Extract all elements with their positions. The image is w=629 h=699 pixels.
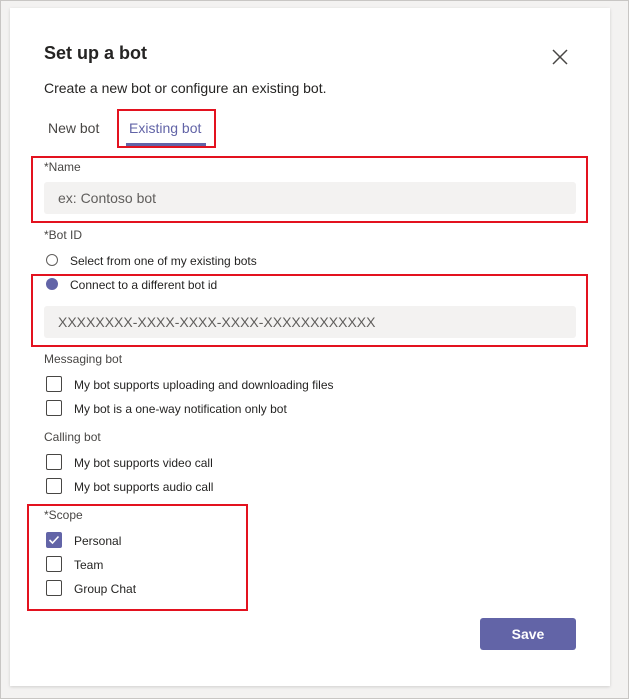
bot-id-label: *Bot ID bbox=[44, 228, 83, 242]
checkmark-icon bbox=[48, 535, 60, 545]
checkbox-group-chat-label: Group Chat bbox=[74, 582, 137, 596]
checkbox-team[interactable] bbox=[46, 556, 62, 572]
name-input[interactable] bbox=[44, 182, 576, 214]
checkbox-personal[interactable] bbox=[46, 532, 62, 548]
bot-id-input[interactable] bbox=[44, 306, 576, 338]
checkbox-audio-call[interactable] bbox=[46, 478, 62, 494]
checkbox-video-call[interactable] bbox=[46, 454, 62, 470]
checkbox-video-call-label: My bot supports video call bbox=[74, 456, 213, 470]
close-icon[interactable] bbox=[551, 48, 569, 66]
checkbox-one-way-notification-label: My bot is a one-way notification only bo… bbox=[74, 402, 287, 416]
setup-bot-dialog: Set up a bot Create a new bot or configu… bbox=[10, 8, 610, 686]
dialog-subtitle: Create a new bot or configure an existin… bbox=[44, 80, 327, 96]
save-button[interactable]: Save bbox=[480, 618, 576, 650]
radio-select-existing[interactable] bbox=[46, 254, 58, 266]
checkbox-upload-download[interactable] bbox=[46, 376, 62, 392]
radio-select-existing-label: Select from one of my existing bots bbox=[70, 254, 257, 268]
checkbox-team-label: Team bbox=[74, 558, 104, 572]
dialog-title: Set up a bot bbox=[44, 43, 147, 63]
checkbox-one-way-notification[interactable] bbox=[46, 400, 62, 416]
tab-new-bot[interactable]: New bot bbox=[48, 120, 99, 136]
radio-connect-different[interactable] bbox=[46, 278, 58, 290]
checkbox-upload-download-label: My bot supports uploading and downloadin… bbox=[74, 378, 334, 392]
name-label: *Name bbox=[44, 160, 81, 174]
active-tab-indicator bbox=[126, 143, 206, 146]
checkbox-group-chat[interactable] bbox=[46, 580, 62, 596]
calling-bot-label: Calling bot bbox=[44, 430, 101, 444]
checkbox-personal-label: Personal bbox=[74, 534, 122, 548]
checkbox-audio-call-label: My bot supports audio call bbox=[74, 480, 214, 494]
scope-label: *Scope bbox=[44, 508, 83, 522]
radio-connect-different-label: Connect to a different bot id bbox=[70, 278, 218, 292]
messaging-bot-label: Messaging bot bbox=[44, 352, 123, 366]
tab-existing-bot[interactable]: Existing bot bbox=[129, 120, 201, 136]
